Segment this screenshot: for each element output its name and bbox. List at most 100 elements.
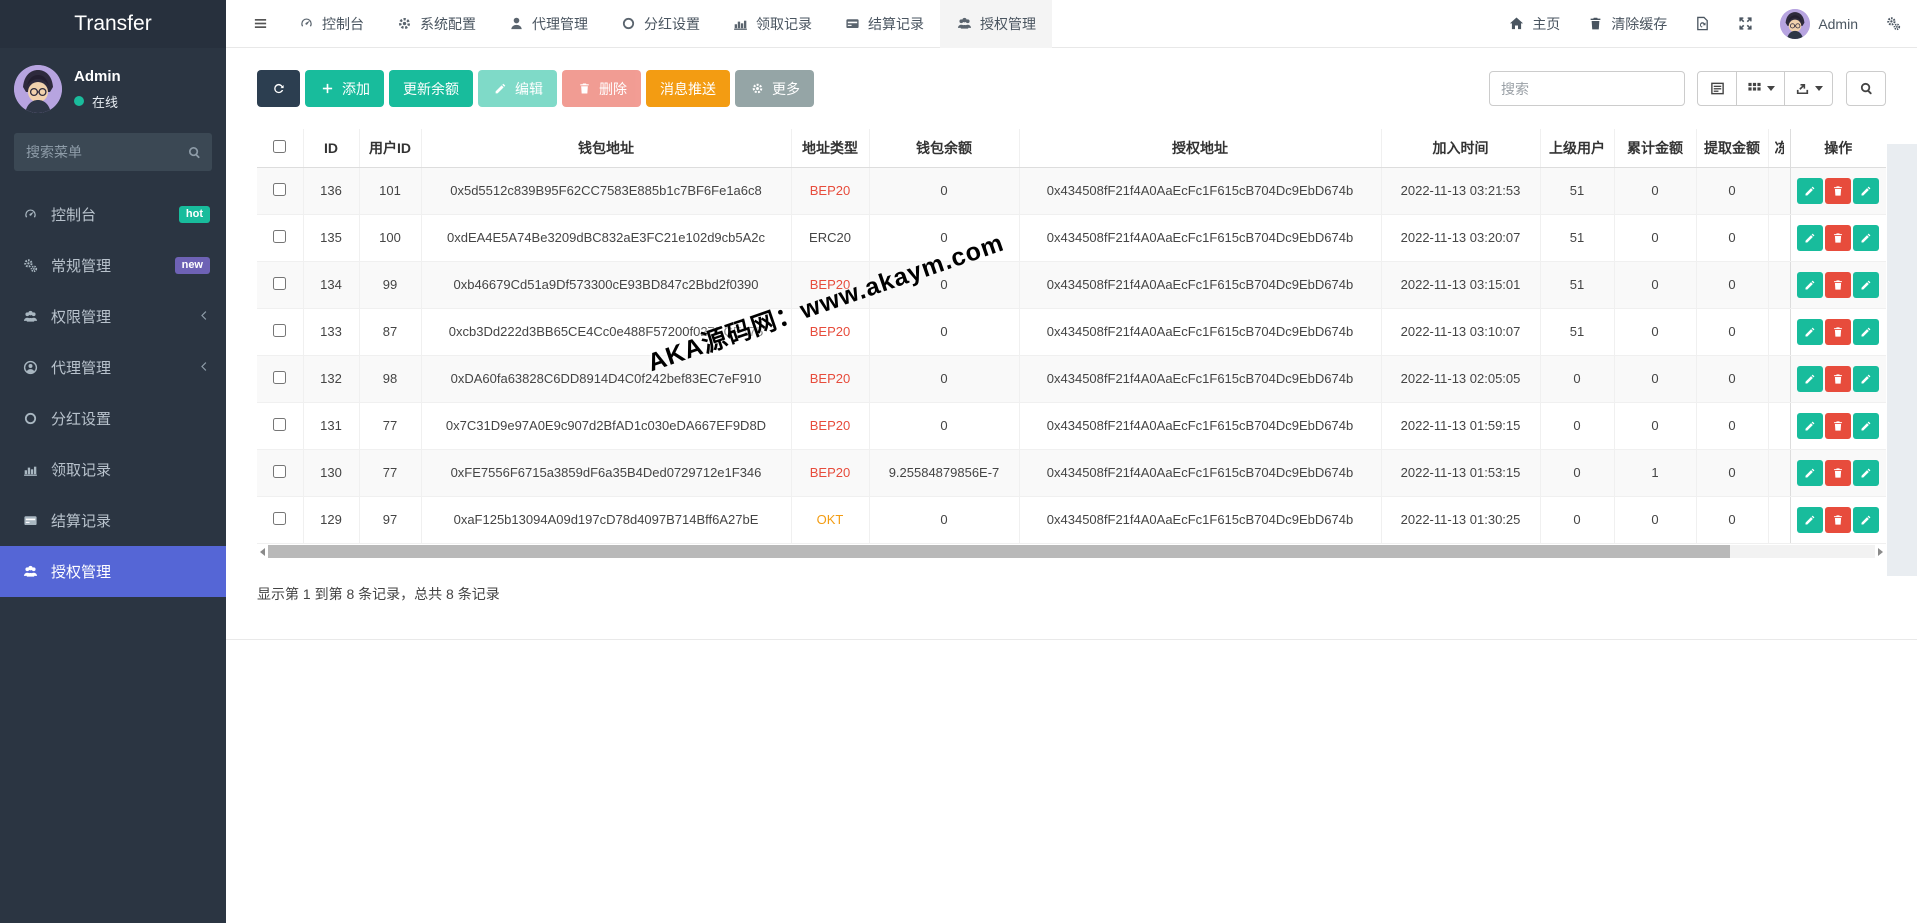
sidebar-item-结算记录[interactable]: 结算记录 — [0, 495, 226, 546]
sidebar-item-权限管理[interactable]: 权限管理 — [0, 291, 226, 342]
row-select-cell — [257, 214, 303, 261]
sidebar-toggle-button[interactable] — [238, 0, 282, 48]
add-button[interactable]: 添加 — [305, 70, 384, 107]
navbar-home[interactable]: 主页 — [1508, 14, 1560, 34]
row-delete-button[interactable] — [1825, 507, 1851, 533]
tab-控制台[interactable]: 控制台 — [282, 0, 380, 48]
row-edit-button[interactable] — [1797, 460, 1823, 486]
row-edit-button[interactable] — [1797, 178, 1823, 204]
sidebar-item-授权管理[interactable]: 授权管理 — [0, 546, 226, 597]
tab-领取记录[interactable]: 领取记录 — [716, 0, 828, 48]
horizontal-scrollbar[interactable] — [257, 545, 1886, 559]
caret-down-icon — [1767, 86, 1775, 91]
tab-结算记录[interactable]: 结算记录 — [828, 0, 940, 48]
row-edit-button[interactable] — [1797, 507, 1823, 533]
row-edit2-button[interactable] — [1853, 272, 1879, 298]
sidebar-item-分红设置[interactable]: 分红设置 — [0, 393, 226, 444]
message-push-button[interactable]: 消息推送 — [646, 70, 730, 107]
sidebar-item-常规管理[interactable]: 常规管理new — [0, 240, 226, 291]
tab-系统配置[interactable]: 系统配置 — [380, 0, 492, 48]
delete-button[interactable]: 删除 — [562, 70, 641, 107]
row-checkbox[interactable] — [273, 465, 286, 478]
column-header-加入时间[interactable]: 加入时间 — [1381, 129, 1540, 167]
column-header-上级用户[interactable]: 上级用户 — [1540, 129, 1614, 167]
row-edit-button[interactable] — [1797, 366, 1823, 392]
row-delete-button[interactable] — [1825, 272, 1851, 298]
row-checkbox[interactable] — [273, 230, 286, 243]
search-submit-button[interactable] — [1846, 71, 1886, 106]
edit-button[interactable]: 编辑 — [478, 70, 557, 107]
columns-button[interactable] — [1736, 71, 1785, 106]
online-status-dot — [74, 96, 84, 106]
cell-wallet-address: 0xcb3Dd222d3BB65CE4Cc0e488F57200f027ECE1… — [421, 308, 791, 355]
navbar-admin-user[interactable]: Admin — [1780, 9, 1858, 39]
sidebar-item-领取记录[interactable]: 领取记录 — [0, 444, 226, 495]
row-delete-button[interactable] — [1825, 366, 1851, 392]
scrollbar-thumb[interactable] — [268, 545, 1730, 558]
row-delete-button[interactable] — [1825, 460, 1851, 486]
sidebar-search-input[interactable] — [14, 133, 212, 171]
row-edit2-button[interactable] — [1853, 413, 1879, 439]
sidebar-item-代理管理[interactable]: 代理管理 — [0, 342, 226, 393]
row-edit2-button[interactable] — [1853, 507, 1879, 533]
export-button[interactable] — [1784, 71, 1833, 106]
cell-user-id: 77 — [359, 449, 421, 496]
sidebar-item-控制台[interactable]: 控制台hot — [0, 189, 226, 240]
column-header-地址类型[interactable]: 地址类型 — [791, 129, 869, 167]
row-edit-button[interactable] — [1797, 272, 1823, 298]
column-header-提取金额[interactable]: 提取金额 — [1696, 129, 1768, 167]
row-edit2-button[interactable] — [1853, 460, 1879, 486]
row-checkbox[interactable] — [273, 512, 286, 525]
navbar-settings[interactable] — [1885, 16, 1901, 32]
row-checkbox[interactable] — [273, 418, 286, 431]
column-header-累计金额[interactable]: 累计金额 — [1614, 129, 1696, 167]
row-delete-button[interactable] — [1825, 225, 1851, 251]
cell-actions — [1790, 449, 1886, 496]
row-edit2-button[interactable] — [1853, 178, 1879, 204]
row-checkbox[interactable] — [273, 277, 286, 290]
navbar-fullscreen[interactable] — [1737, 16, 1753, 32]
pencil-icon — [1802, 324, 1818, 340]
cell-id: 135 — [303, 214, 359, 261]
detail-view-button[interactable] — [1697, 71, 1737, 106]
scroll-right-arrow[interactable] — [1875, 545, 1886, 559]
refresh-button[interactable] — [257, 70, 300, 107]
scrollbar-track[interactable] — [268, 545, 1875, 558]
row-edit-button[interactable] — [1797, 319, 1823, 345]
column-header-授权地址[interactable]: 授权地址 — [1019, 129, 1381, 167]
tab-分红设置[interactable]: 分红设置 — [604, 0, 716, 48]
navbar-clear-cache[interactable]: 清除缓存 — [1587, 14, 1667, 34]
row-delete-button[interactable] — [1825, 319, 1851, 345]
cell-parent-user: 51 — [1540, 167, 1614, 214]
row-checkbox[interactable] — [273, 324, 286, 337]
tab-授权管理[interactable]: 授权管理 — [940, 0, 1052, 48]
column-header-ID[interactable]: ID — [303, 129, 359, 167]
row-edit-button[interactable] — [1797, 225, 1823, 251]
row-edit2-button[interactable] — [1853, 225, 1879, 251]
cell-join-time: 2022-11-13 03:15:01 — [1381, 261, 1540, 308]
pencil-icon — [1802, 465, 1818, 481]
column-header-钱包余额[interactable]: 钱包余额 — [869, 129, 1019, 167]
table-search-input[interactable] — [1489, 71, 1685, 106]
row-delete-button[interactable] — [1825, 413, 1851, 439]
avatar[interactable] — [14, 65, 62, 113]
row-checkbox[interactable] — [273, 371, 286, 384]
row-edit2-button[interactable] — [1853, 366, 1879, 392]
row-edit2-button[interactable] — [1853, 319, 1879, 345]
row-delete-button[interactable] — [1825, 178, 1851, 204]
tab-代理管理[interactable]: 代理管理 — [492, 0, 604, 48]
scroll-left-arrow[interactable] — [257, 545, 268, 559]
navbar-refresh-page[interactable] — [1694, 16, 1710, 32]
select-all-checkbox[interactable] — [273, 140, 286, 153]
row-checkbox[interactable] — [273, 183, 286, 196]
trash-icon — [1830, 324, 1846, 340]
cell-truncated — [1768, 355, 1790, 402]
update-balance-button[interactable]: 更新余额 — [389, 70, 473, 107]
column-header-钱包地址[interactable]: 钱包地址 — [421, 129, 791, 167]
column-header-用户ID[interactable]: 用户ID — [359, 129, 421, 167]
more-button[interactable]: 更多 — [735, 70, 814, 107]
pagination-summary: 显示第 1 到第 8 条记录，总共 8 条记录 — [257, 584, 1886, 604]
pencil-icon — [1858, 183, 1874, 199]
pencil-icon — [492, 81, 508, 97]
row-edit-button[interactable] — [1797, 413, 1823, 439]
